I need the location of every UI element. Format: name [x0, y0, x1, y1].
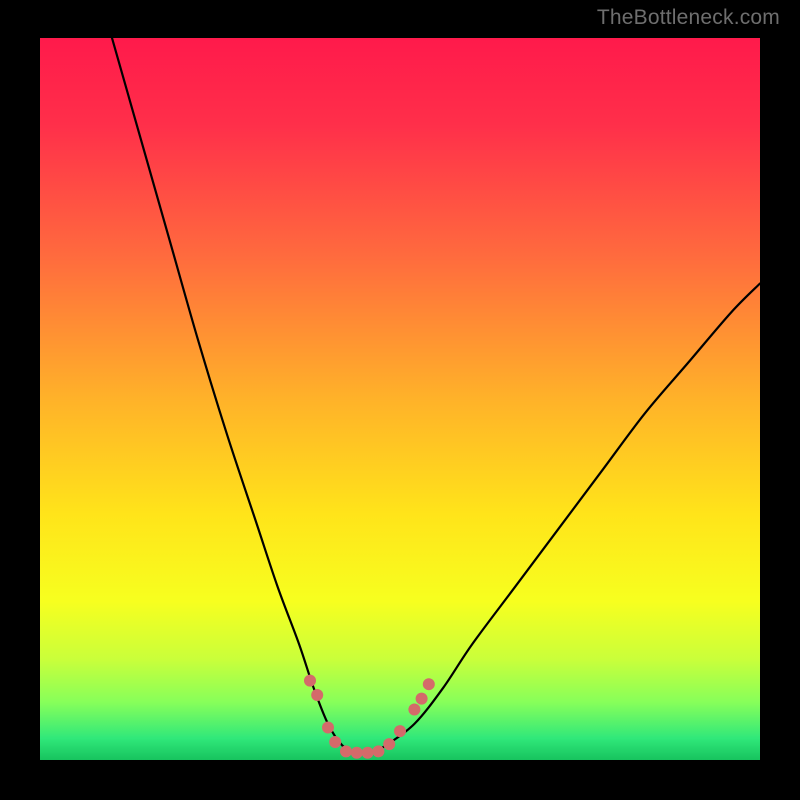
marker-point [394, 725, 406, 737]
marker-point [416, 693, 428, 705]
marker-point [423, 678, 435, 690]
marker-point [408, 703, 420, 715]
marker-point [329, 736, 341, 748]
marker-point [383, 738, 395, 750]
chart-svg [40, 38, 760, 760]
gradient-background [40, 38, 760, 760]
marker-point [322, 722, 334, 734]
plot-area [40, 38, 760, 760]
marker-point [340, 745, 352, 757]
marker-point [351, 747, 363, 759]
chart-frame: TheBottleneck.com [0, 0, 800, 800]
marker-point [304, 675, 316, 687]
watermark-text: TheBottleneck.com [597, 6, 780, 30]
marker-point [362, 747, 374, 759]
marker-point [372, 745, 384, 757]
marker-point [311, 689, 323, 701]
